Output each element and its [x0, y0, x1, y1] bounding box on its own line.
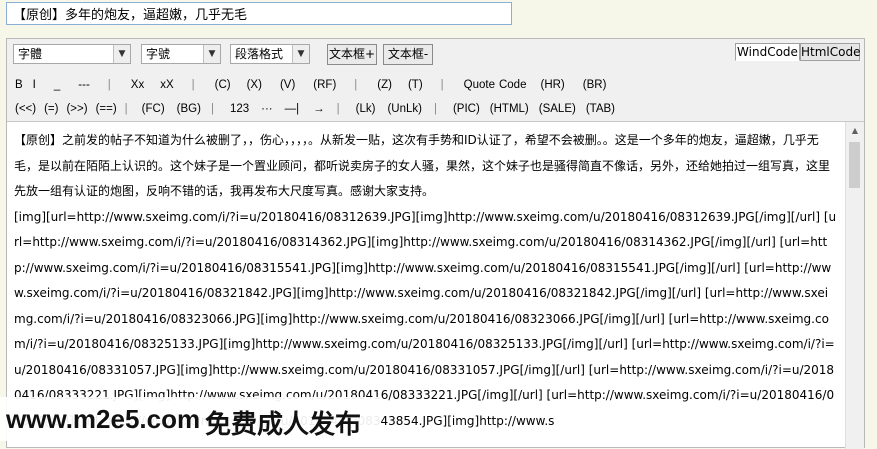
content-paragraph: 【原创】之前发的帖子不知道为什么被删了，，伤心，，，，。从新发一贴，这次有手势和… — [14, 133, 831, 198]
toolbar-button[interactable]: (PIC) — [453, 103, 480, 115]
toolbar-separator: | — [210, 103, 214, 115]
toolbar-button[interactable]: (==) — [96, 103, 117, 115]
toolbar-button[interactable]: (HR) — [540, 79, 564, 91]
toolbar-button[interactable]: Code — [499, 79, 527, 91]
toolbar-button[interactable]: xX — [160, 79, 173, 91]
toolbar-button[interactable]: Xx — [131, 79, 144, 91]
vertical-scrollbar[interactable]: ▲ — [845, 122, 864, 449]
toolbar-button[interactable]: I — [33, 79, 36, 91]
paragraph-select[interactable]: 段落格式 ▼ — [230, 44, 310, 64]
toolbar-button[interactable]: (V) — [280, 79, 295, 91]
textbox-plus-button[interactable]: 文本框+ — [327, 44, 377, 65]
toolbar-separator: | — [440, 79, 444, 91]
toolbar-button[interactable]: (C) — [215, 79, 231, 91]
paragraph-select-label: 段落格式 — [235, 47, 284, 61]
toolbar-button[interactable]: (UnLk) — [387, 103, 422, 115]
toolbar-button[interactable]: (T) — [408, 79, 423, 91]
toolbar-button[interactable]: (=) — [44, 103, 58, 115]
toolbar-button[interactable]: (HTML) — [490, 103, 529, 115]
toolbar-button[interactable]: (BG) — [177, 103, 201, 115]
scroll-up-icon[interactable]: ▲ — [846, 122, 864, 139]
textbox-minus-button[interactable]: 文本框- — [383, 44, 433, 65]
toolbar-separator: | — [191, 79, 195, 91]
watermark-slogan: 免费成人发布 — [205, 410, 362, 440]
toolbar-button[interactable]: (SALE) — [539, 103, 576, 115]
toolbar-button[interactable]: _ — [54, 79, 60, 91]
toolbar-button[interactable]: (<<) — [15, 103, 36, 115]
size-select[interactable]: 字號 ▼ — [141, 44, 221, 64]
toolbar-button[interactable]: (>>) — [66, 103, 87, 115]
font-select-label: 字體 — [18, 47, 43, 61]
toolbar-button[interactable]: (TAB) — [586, 103, 615, 115]
watermark-site: www.m2e5.com — [6, 404, 201, 434]
font-select[interactable]: 字體 ▼ — [13, 44, 131, 64]
toolbar-button[interactable]: (BR) — [583, 79, 607, 91]
toolbar-button[interactable]: ··· — [261, 103, 273, 115]
toolbar-button[interactable]: B — [15, 79, 23, 91]
toolbar-separator: | — [433, 103, 437, 115]
format-toolbar-row-1: B I _ --- | Xx xX | (C) (X) (V) (RF) | (Z) (T) | Quote Co… — [15, 79, 624, 91]
scrollbar-thumb[interactable] — [849, 142, 860, 188]
toolbar-button[interactable]: 123 — [230, 103, 249, 115]
tab-htmlcode[interactable]: HtmlCode — [800, 43, 860, 61]
chevron-down-icon: ▼ — [203, 45, 220, 63]
title-input[interactable] — [6, 2, 512, 25]
toolbar-button[interactable]: --- — [78, 79, 90, 91]
toolbar-button[interactable]: (FC) — [142, 103, 165, 115]
chevron-down-icon: ▼ — [113, 45, 130, 63]
size-select-label: 字號 — [146, 47, 171, 61]
toolbar-button[interactable]: → — [313, 103, 325, 115]
editor-toolbar: 字體 ▼ 字號 ▼ 段落格式 ▼ 文本框+ 文本框- WindCode Html… — [7, 39, 864, 122]
chevron-down-icon: ▼ — [292, 45, 309, 63]
toolbar-button[interactable]: (Z) — [377, 79, 392, 91]
toolbar-button[interactable]: Quote — [464, 79, 495, 91]
bbcode-editor: 字體 ▼ 字號 ▼ 段落格式 ▼ 文本框+ 文本框- WindCode Html… — [6, 38, 865, 449]
toolbar-separator: | — [124, 103, 128, 115]
format-toolbar-row-2: (<<) (=) (>>) (==) | (FC) (BG) | 123 ··· —| → | (Lk) (… — [15, 103, 625, 115]
toolbar-separator: | — [107, 79, 111, 91]
toolbar-button[interactable]: (X) — [247, 79, 262, 91]
toolbar-button[interactable]: (RF) — [313, 79, 336, 91]
toolbar-separator: | — [354, 79, 358, 91]
tab-windcode[interactable]: WindCode — [735, 43, 800, 61]
toolbar-button[interactable]: —| — [285, 103, 300, 115]
toolbar-separator: | — [336, 103, 340, 115]
toolbar-button[interactable]: (Lk) — [356, 103, 376, 115]
